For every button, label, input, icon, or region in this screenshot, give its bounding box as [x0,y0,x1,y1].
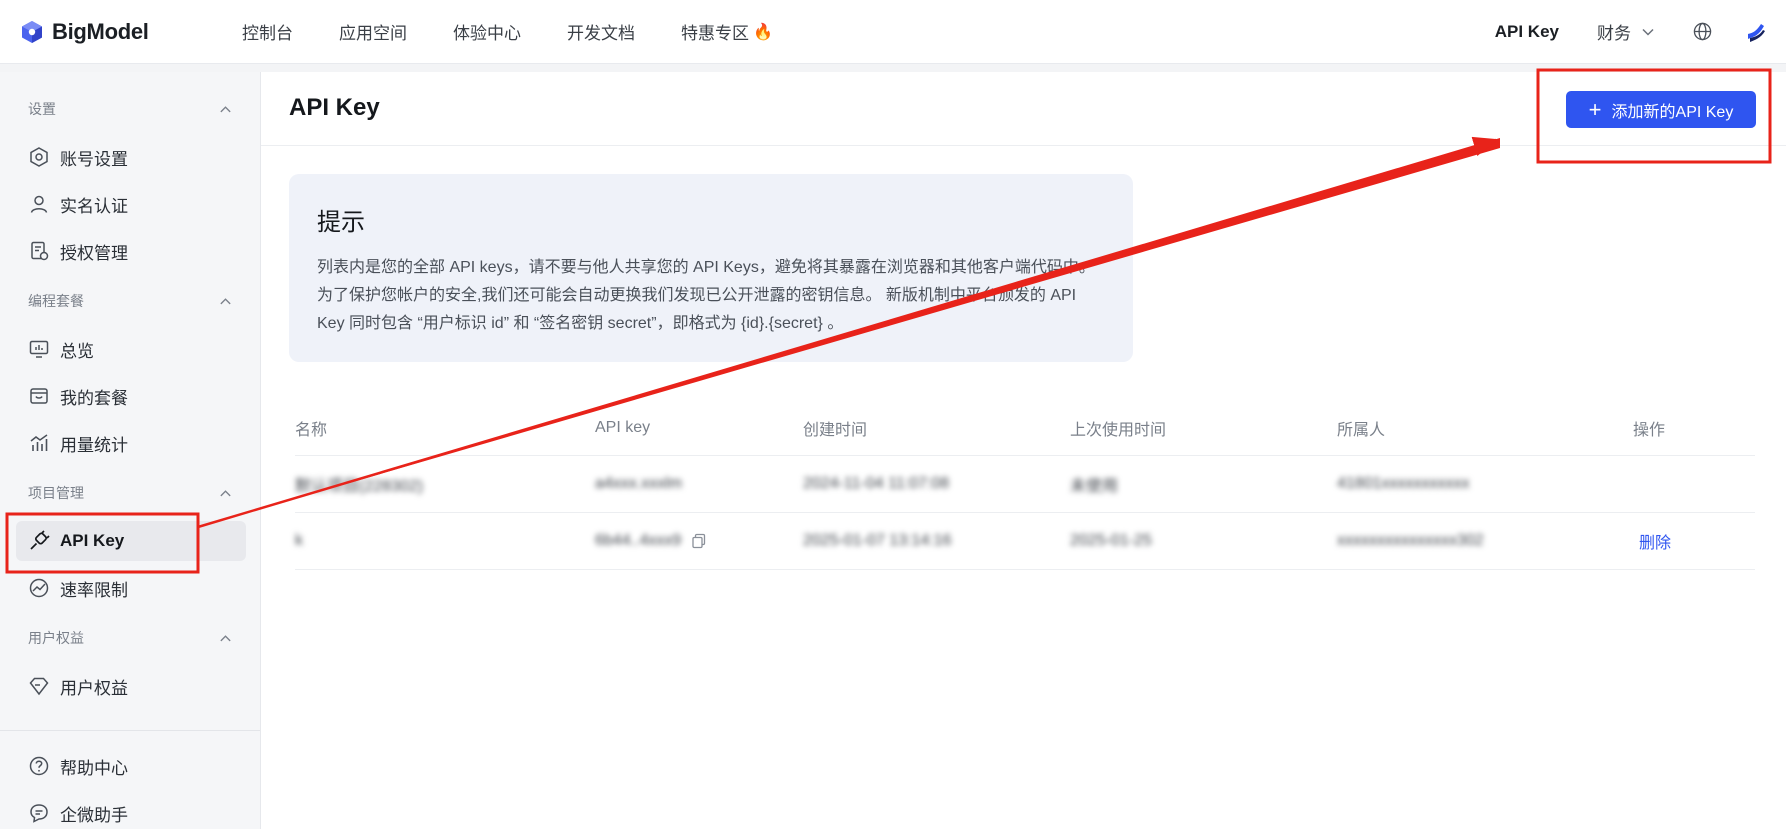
bar-chart-icon [30,434,48,451]
sidebar-item-my-plan[interactable]: 我的套餐 [16,376,246,416]
page-header: API Key + 添加新的API Key [261,72,1786,146]
chevron-up-icon [220,297,231,304]
sidebar-item-label: 实名认证 [60,196,128,216]
cell-created: 2025-01-07 13:14:16 [803,532,952,549]
sidebar-item-label: 授权管理 [60,243,128,263]
api-key-table: 名称 API key 创建时间 上次使用时间 所属人 操作 默认项目(22830… [295,400,1755,570]
tip-body: 列表内是您的全部 API keys，请不要与他人共享您的 API Keys，避免… [317,259,1095,332]
cell-name: 默认项目(228302) [295,456,423,512]
copy-icon[interactable] [691,533,707,549]
page-title: API Key [289,94,380,121]
add-api-key-button[interactable]: + 添加新的API Key [1566,91,1756,128]
column-header-name: 名称 [295,421,328,439]
chevron-up-icon [220,634,231,641]
sidebar-group-title: 项目管理 [28,485,84,501]
sidebar-group-project-management[interactable]: 项目管理 [28,482,232,504]
sidebar-item-label: 用户权益 [60,678,128,698]
sidebar-group-title: 设置 [28,101,56,117]
table-row: 默认项目(228302) a4xxx.xxxlm 2024-11-04 11:0… [295,456,1755,513]
nav-special-offers[interactable]: 特惠专区 🔥 [681,19,773,44]
cell-created: 2024-11-04 11:07:08 [803,475,950,492]
nav-finance-label: 财务 [1597,24,1631,43]
fire-icon: 🔥 [753,23,773,41]
cell-last-used: 2025-01-25 [1070,532,1152,549]
chevron-up-icon [220,489,231,496]
cell-owner: 41801xxxxxxxxxxx [1337,475,1470,492]
nav-dev-docs[interactable]: 开发文档 [567,19,635,44]
table-header-row: 名称 API key 创建时间 上次使用时间 所属人 操作 [295,400,1755,456]
delete-link[interactable]: 删除 [1639,513,1671,569]
column-header-api-key: API key [595,418,651,436]
nav-experience-center[interactable]: 体验中心 [453,19,521,44]
cell-api-key[interactable]: a4xxx.xxxlm [595,456,682,512]
sidebar-item-rate-limit[interactable]: 速率限制 [16,568,246,608]
sidebar-item-label: 我的套餐 [60,388,128,408]
column-header-created: 创建时间 [803,421,868,439]
cell-name-text: 默认项目(228302) [295,478,424,495]
monitor-chart-icon [29,340,49,358]
right-nav: API Key 财务 [1495,19,1768,44]
column-header-actions: 操作 [1633,421,1666,439]
sidebar-item-label: 速率限制 [60,580,128,600]
sidebar-item-authorization[interactable]: 授权管理 [16,231,246,271]
sidebar-item-label: API Key [60,531,125,550]
add-api-key-label: 添加新的API Key [1611,103,1734,121]
sidebar-item-account-settings[interactable]: 账号设置 [16,137,246,177]
chat-bubble-icon [30,804,48,823]
document-check-icon [31,241,49,261]
sidebar-group-settings[interactable]: 设置 [28,98,232,120]
sidebar-group-title: 编程套餐 [28,293,84,309]
sidebar-group-title: 用户权益 [28,630,84,646]
top-navbar: BigModel 控制台 应用空间 体验中心 开发文档 特惠专区 🔥 API K… [0,0,1786,64]
cell-owner: xxxxxxxxxxxxxxx302 [1337,532,1484,549]
main-content: API Key + 添加新的API Key 提示 列表内是您的全部 API ke… [261,72,1786,829]
tip-box: 提示 列表内是您的全部 API keys，请不要与他人共享您的 API Keys… [289,174,1133,362]
language-globe-icon[interactable] [1693,22,1712,41]
diamond-icon [29,677,49,696]
sidebar-item-label: 帮助中心 [60,758,128,778]
cell-api-key[interactable]: 6b44..4xxx9 [595,513,707,569]
sidebar-group-coding-plan[interactable]: 编程套餐 [28,290,232,312]
sidebar-item-label: 用量统计 [60,435,128,455]
sidebar-item-label: 总览 [60,341,94,361]
nav-console[interactable]: 控制台 [242,19,293,44]
column-header-owner: 所属人 [1337,421,1386,439]
cell-api-key-text: 6b44..4xxx9 [595,532,682,549]
brand-name: BigModel [52,18,149,44]
sidebar-divider [0,730,260,731]
nav-app-space[interactable]: 应用空间 [339,19,407,44]
nav-api-key[interactable]: API Key [1495,22,1559,42]
plug-key-icon [30,530,50,550]
gauge-icon [29,578,49,598]
plus-icon: + [1588,96,1602,122]
nav-finance-dropdown[interactable]: 财务 [1597,19,1655,44]
sidebar-item-user-rights[interactable]: 用户权益 [16,666,246,706]
cell-name: k [295,532,303,549]
sidebar-item-label: 账号设置 [60,149,128,169]
sidebar-item-real-name[interactable]: 实名认证 [16,184,246,224]
sidebar-item-wecom-assistant[interactable]: 企微助手 [16,793,246,829]
sidebar-item-api-key[interactable]: API Key [16,521,246,561]
cell-last-used: 未使用 [1070,478,1119,495]
main-nav: 控制台 应用空间 体验中心 开发文档 特惠专区 🔥 [242,19,819,44]
sidebar-item-usage-stats[interactable]: 用量统计 [16,423,246,463]
bigmodel-logo-icon [22,20,42,43]
package-icon [30,388,48,404]
sidebar-group-user-rights[interactable]: 用户权益 [28,627,232,649]
settings-hexagon-icon [30,147,48,167]
brand-logo[interactable]: BigModel [20,19,220,45]
user-avatar-icon[interactable] [1744,20,1768,44]
nav-special-offers-label: 特惠专区 [681,24,749,43]
tip-title: 提示 [317,209,365,236]
chevron-down-icon [1642,28,1654,36]
user-icon [30,195,48,213]
sidebar: 设置 账号设置 实名认证 授权管理 编程套餐 总览 我的套餐 用量统计 项目管理… [0,72,261,829]
help-circle-icon [29,756,49,776]
sidebar-item-label: 企微助手 [60,805,128,825]
chevron-up-icon [220,105,231,112]
column-header-last-used: 上次使用时间 [1070,421,1167,439]
sidebar-item-help-center[interactable]: 帮助中心 [16,746,246,786]
table-row: k 6b44..4xxx9 2025-01-07 13:14:16 2025-0… [295,513,1755,570]
sidebar-item-overview[interactable]: 总览 [16,329,246,369]
